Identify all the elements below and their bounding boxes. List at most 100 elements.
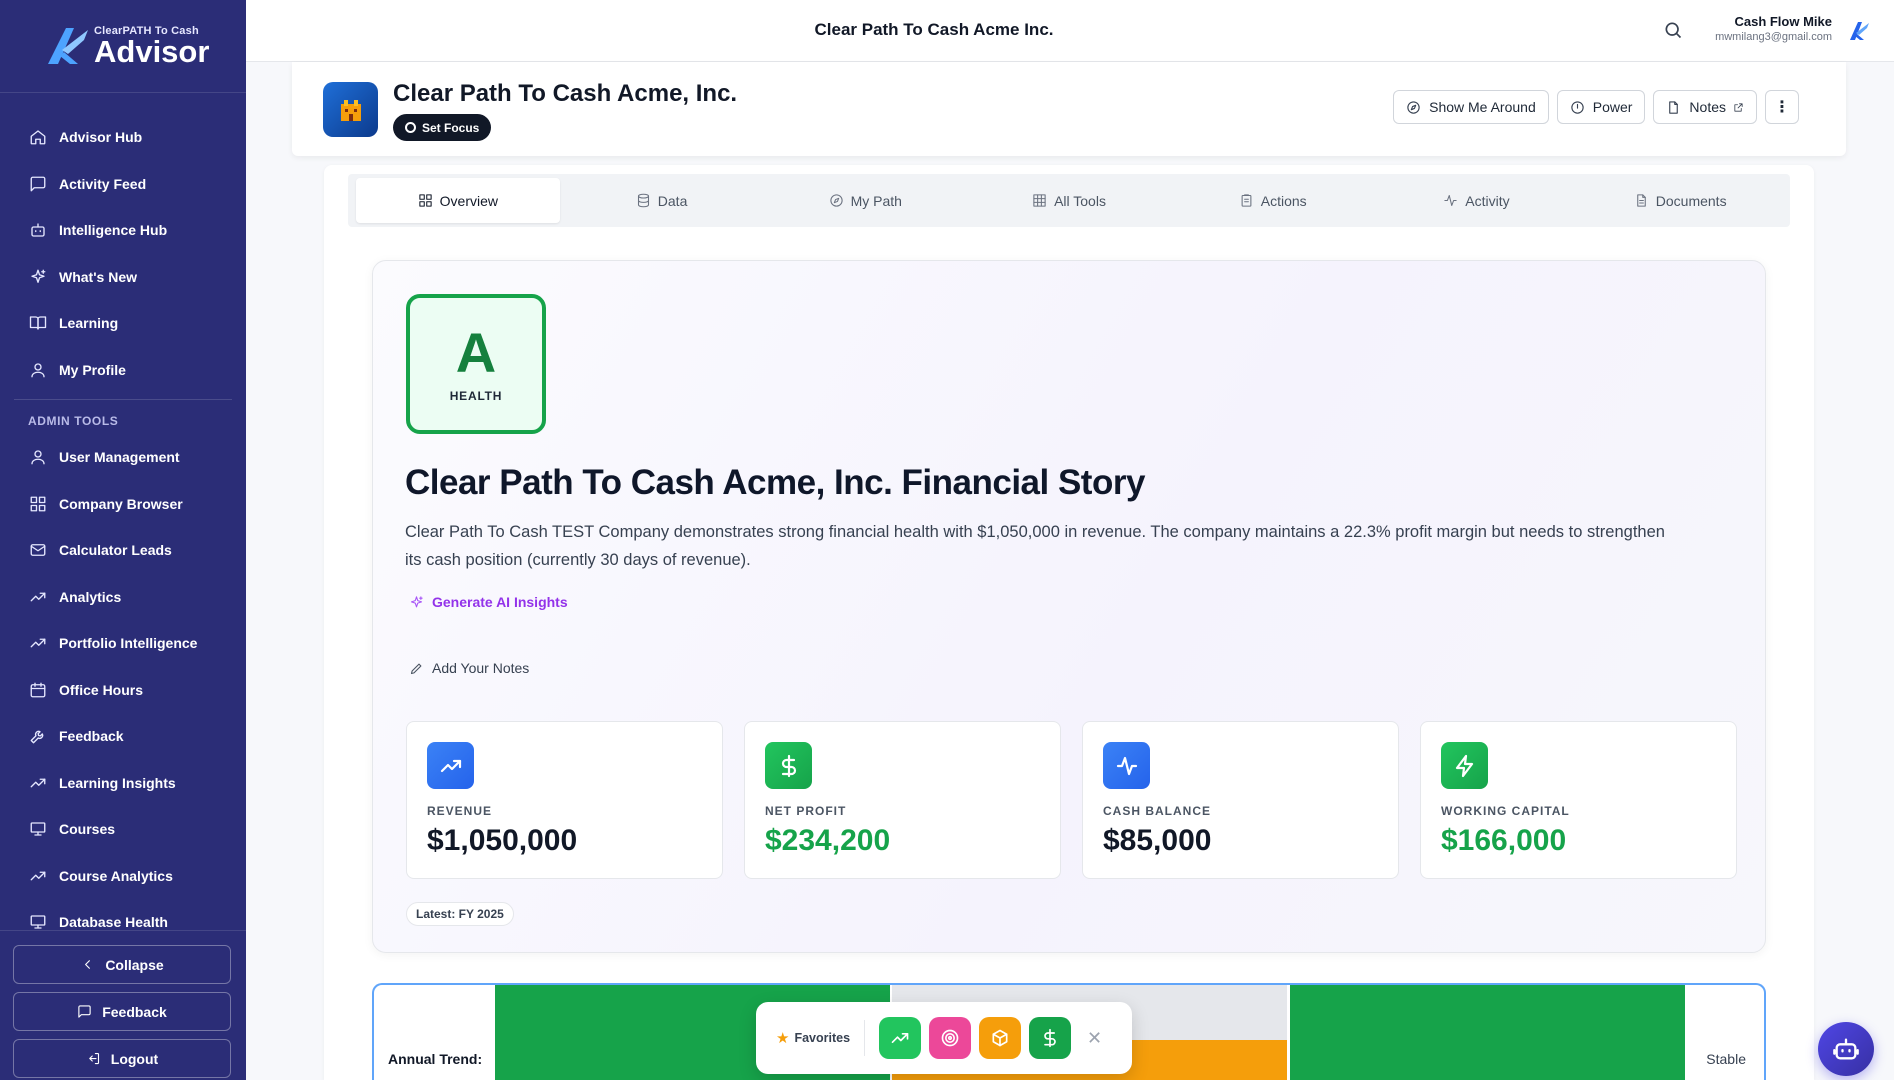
sidebar-item-advisor-hub[interactable]: Advisor Hub bbox=[0, 114, 246, 161]
favorites-divider bbox=[864, 1020, 866, 1056]
tab-overview[interactable]: Overview bbox=[356, 178, 560, 223]
add-notes-label: Add Your Notes bbox=[432, 660, 530, 676]
sidebar-item-label: What's New bbox=[59, 268, 138, 285]
latest-period-badge: Latest: FY 2025 bbox=[406, 902, 514, 926]
tab-label: Overview bbox=[439, 192, 499, 209]
notes-button[interactable]: Notes bbox=[1653, 90, 1757, 124]
feedback-button[interactable]: Feedback bbox=[13, 992, 231, 1031]
sidebar-item-activity-feed[interactable]: Activity Feed bbox=[0, 161, 246, 208]
search-icon bbox=[1665, 22, 1682, 39]
trending-up-icon bbox=[28, 634, 47, 653]
file-icon bbox=[1636, 194, 1646, 207]
dollar-icon bbox=[765, 742, 812, 789]
feedback-label: Feedback bbox=[102, 1003, 167, 1020]
generate-ai-insights-link[interactable]: Generate AI Insights bbox=[409, 594, 568, 610]
sidebar-footer: Collapse Feedback Logout bbox=[0, 930, 246, 1080]
tab-label: Activity bbox=[1465, 192, 1510, 209]
metric-label: NET PROFIT bbox=[765, 804, 847, 818]
user-icon bbox=[28, 360, 47, 379]
sidebar-item-user-management[interactable]: User Management bbox=[0, 434, 246, 481]
health-grade-letter: A bbox=[455, 321, 497, 384]
logout-icon bbox=[88, 1052, 99, 1065]
tab-data[interactable]: Data bbox=[560, 178, 764, 223]
metric-value: $234,200 bbox=[765, 824, 891, 857]
sidebar-item-intelligence-hub[interactable]: Intelligence Hub bbox=[0, 207, 246, 254]
logout-label: Logout bbox=[110, 1050, 159, 1067]
tab-actions[interactable]: Actions bbox=[1171, 178, 1375, 223]
metric-value: $1,050,000 bbox=[427, 824, 578, 857]
company-logo bbox=[323, 82, 378, 137]
tab-documents[interactable]: Documents bbox=[1578, 178, 1782, 223]
sidebar-item-office-hours[interactable]: Office Hours bbox=[0, 667, 246, 714]
metric-label: CASH BALANCE bbox=[1103, 804, 1211, 818]
metric-card-working-capital[interactable]: WORKING CAPITAL $166,000 bbox=[1420, 721, 1737, 879]
power-icon bbox=[1571, 100, 1584, 114]
add-notes-link[interactable]: Add Your Notes bbox=[409, 660, 529, 676]
metric-label: WORKING CAPITAL bbox=[1441, 804, 1570, 818]
metric-card-net-profit[interactable]: NET PROFIT $234,200 bbox=[744, 721, 1061, 879]
company-actions: Show Me Around Power Notes ⋮ bbox=[1393, 90, 1799, 124]
show-me-around-button[interactable]: Show Me Around bbox=[1393, 90, 1549, 124]
wrench-icon bbox=[28, 727, 47, 746]
favorite-box-button[interactable] bbox=[979, 1017, 1022, 1059]
app-logo[interactable]: ClearPATH To Cash Advisor bbox=[0, 0, 246, 93]
ai-assistant-button[interactable] bbox=[1818, 1022, 1874, 1076]
sidebar-item-label: Portfolio Intelligence bbox=[59, 635, 198, 652]
favorites-button[interactable]: ★ Favorites bbox=[776, 1029, 850, 1047]
sidebar-item-courses[interactable]: Courses bbox=[0, 806, 246, 853]
page-title: Clear Path To Cash Acme Inc. bbox=[814, 20, 1054, 39]
sidebar: ClearPATH To Cash Advisor Advisor Hub Ac… bbox=[0, 0, 246, 1080]
search-button[interactable] bbox=[1663, 20, 1685, 42]
home-icon bbox=[28, 128, 47, 147]
grid-icon bbox=[419, 194, 432, 207]
target-icon bbox=[941, 1029, 959, 1047]
sidebar-item-label: User Management bbox=[59, 449, 180, 466]
sidebar-item-course-analytics[interactable]: Course Analytics bbox=[0, 853, 246, 900]
sidebar-item-analytics[interactable]: Analytics bbox=[0, 574, 246, 621]
message-square-icon bbox=[78, 1005, 91, 1018]
main-content: Overview Data My Path All Tools Actions … bbox=[324, 165, 1814, 1080]
power-button[interactable]: Power bbox=[1556, 90, 1646, 124]
favorite-dollar-button[interactable] bbox=[1029, 1017, 1072, 1059]
message-square-icon bbox=[28, 174, 47, 193]
table-icon bbox=[1033, 194, 1046, 207]
sidebar-item-feedback[interactable]: Feedback bbox=[0, 713, 246, 760]
sidebar-item-learning[interactable]: Learning bbox=[0, 300, 246, 347]
metric-card-cash-balance[interactable]: CASH BALANCE $85,000 bbox=[1082, 721, 1399, 879]
sidebar-item-portfolio-intelligence[interactable]: Portfolio Intelligence bbox=[0, 620, 246, 667]
tab-my-path[interactable]: My Path bbox=[763, 178, 967, 223]
grid-icon bbox=[28, 494, 47, 513]
tab-label: My Path bbox=[850, 192, 902, 209]
sidebar-item-whats-new[interactable]: What's New bbox=[0, 254, 246, 301]
set-focus-button[interactable]: Set Focus bbox=[393, 114, 492, 141]
sidebar-item-learning-insights[interactable]: Learning Insights bbox=[0, 760, 246, 807]
favorite-target-button[interactable] bbox=[929, 1017, 972, 1059]
user-menu[interactable]: Cash Flow Mike mwmilang3@gmail.com bbox=[1715, 14, 1832, 43]
zap-icon bbox=[1441, 742, 1488, 789]
metric-label: REVENUE bbox=[427, 804, 493, 818]
building-icon bbox=[340, 99, 361, 121]
sidebar-item-label: Feedback bbox=[59, 728, 124, 745]
user-icon bbox=[28, 448, 47, 467]
metric-value: $85,000 bbox=[1103, 824, 1212, 857]
trending-up-icon bbox=[28, 866, 47, 885]
compass-icon bbox=[1407, 100, 1420, 114]
star-icon: ★ bbox=[776, 1030, 790, 1047]
close-favorites-button[interactable]: ✕ bbox=[1087, 1028, 1102, 1049]
file-icon bbox=[1669, 100, 1679, 114]
sidebar-item-calculator-leads[interactable]: Calculator Leads bbox=[0, 527, 246, 574]
more-options-button[interactable]: ⋮ bbox=[1765, 90, 1799, 124]
favorite-trending-button[interactable] bbox=[879, 1017, 922, 1059]
sidebar-item-company-browser[interactable]: Company Browser bbox=[0, 481, 246, 528]
sidebar-item-label: Courses bbox=[59, 821, 116, 838]
more-vertical-icon: ⋮ bbox=[1774, 99, 1790, 116]
tab-label: Documents bbox=[1655, 192, 1727, 209]
tab-activity[interactable]: Activity bbox=[1375, 178, 1579, 223]
metric-card-revenue[interactable]: REVENUE $1,050,000 bbox=[406, 721, 723, 879]
sidebar-item-label: Advisor Hub bbox=[59, 129, 143, 146]
collapse-button[interactable]: Collapse bbox=[13, 945, 231, 984]
tab-all-tools[interactable]: All Tools bbox=[967, 178, 1171, 223]
logout-button[interactable]: Logout bbox=[13, 1039, 231, 1078]
sidebar-item-my-profile[interactable]: My Profile bbox=[0, 347, 246, 394]
health-grade-label: HEALTH bbox=[449, 389, 503, 403]
